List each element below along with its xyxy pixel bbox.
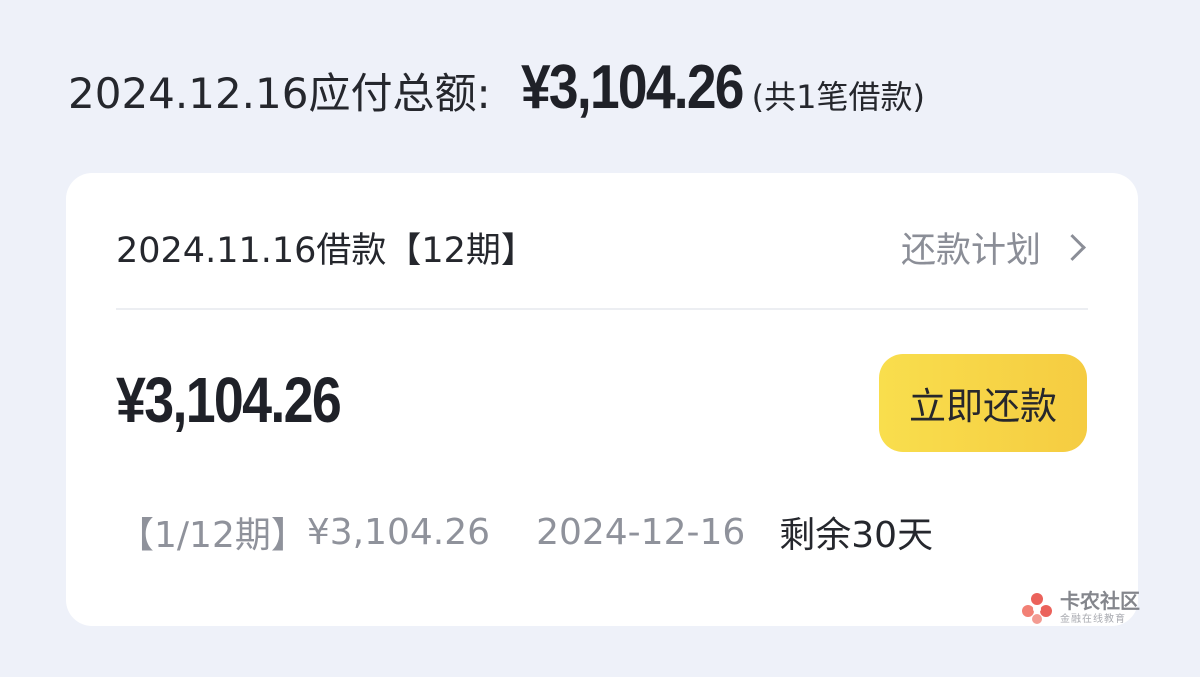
summary-loan-count: (共1笔借款) [751, 78, 925, 116]
repayment-plan-label: 还款计划 [900, 230, 1041, 271]
loan-card-header: 2024.11.16借款【12期】 还款计划 [116, 217, 1088, 277]
loan-card: 2024.11.16借款【12期】 还款计划 ¥3,104.26 立即还款 【1… [66, 173, 1138, 626]
loan-title: 2024.11.16借款【12期】 [116, 230, 536, 271]
summary-label: 2024.12.16应付总额: [68, 69, 491, 118]
installment-due-date: 2024-12-16 [536, 511, 746, 553]
kanong-logo-icon [1022, 593, 1052, 624]
installment-row: 【1/12期】 ¥3,104.26 2024-12-16 剩余30天 [118, 506, 933, 558]
loan-amount: ¥3,104.26 [116, 364, 342, 436]
watermark-tagline: 金融在线教育 [1060, 614, 1126, 625]
installment-remaining-days: 剩余30天 [779, 515, 934, 556]
payment-summary: 2024.12.16应付总额: ¥3,104.26 (共1笔借款) [68, 52, 925, 132]
watermark-text: 卡农社区 金融在线教育 [1060, 591, 1140, 625]
watermark-name: 卡农社区 [1060, 589, 1140, 613]
summary-total-amount: ¥3,104.26 [520, 53, 744, 122]
installment-amount: ¥3,104.26 [306, 511, 491, 553]
repayment-plan-link[interactable]: 还款计划 [901, 222, 1088, 273]
installment-period: 【1/12期】 [118, 515, 307, 556]
repay-now-button[interactable]: 立即还款 [879, 354, 1087, 452]
chevron-right-icon [1059, 233, 1086, 261]
watermark: 卡农社区 金融在线教育 [1020, 591, 1140, 625]
card-divider [116, 308, 1088, 310]
